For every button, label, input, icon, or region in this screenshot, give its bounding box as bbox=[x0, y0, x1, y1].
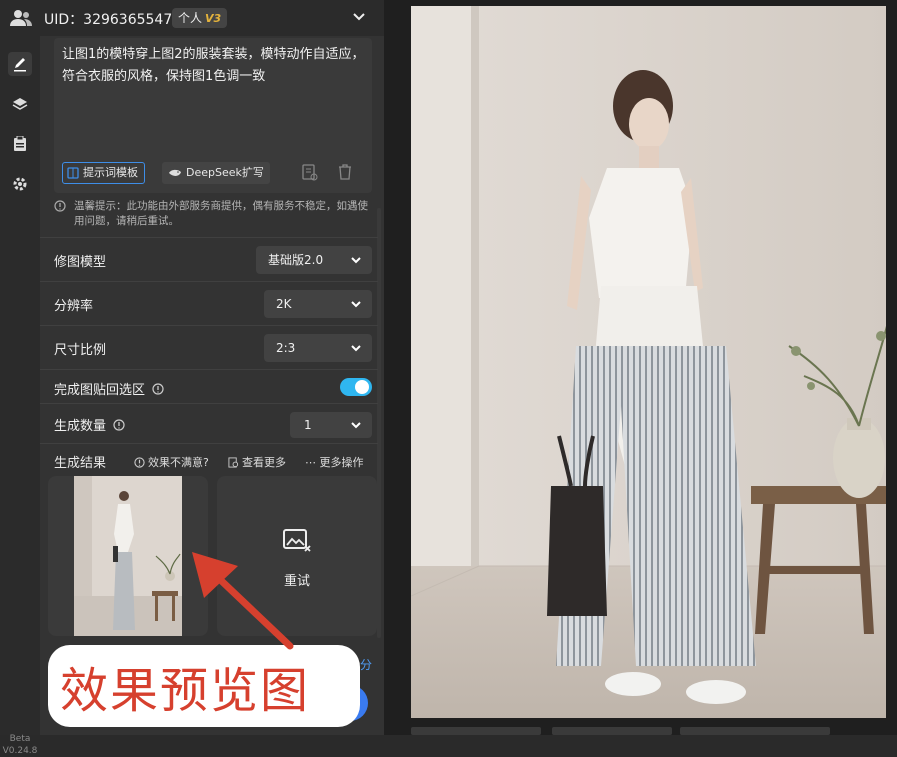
clipboard-icon[interactable] bbox=[8, 132, 32, 156]
resolution-label: 分辨率 bbox=[54, 299, 94, 314]
count-label: 生成数量 bbox=[54, 415, 125, 434]
prompt-template-button[interactable]: 提示词模板 bbox=[62, 162, 145, 184]
prompt-template-label: 提示词模板 bbox=[83, 166, 138, 179]
resolution-value: 2K bbox=[276, 297, 292, 311]
more-ops-text: 更多操作 bbox=[319, 456, 364, 469]
chevron-down-icon bbox=[351, 257, 361, 264]
tool-rail: Beta V0.24.8 bbox=[0, 36, 40, 756]
edit-icon[interactable] bbox=[8, 52, 32, 76]
canvas-strip-middle bbox=[552, 727, 672, 735]
model-label: 修图模型 bbox=[54, 255, 107, 270]
plan-badge: 个人 V3 bbox=[172, 8, 228, 28]
info-icon bbox=[134, 456, 145, 468]
count-select[interactable]: 1 bbox=[290, 412, 372, 438]
setting-row-ratio: 尺寸比例 2:3 bbox=[40, 325, 378, 370]
history-icon[interactable] bbox=[302, 164, 318, 186]
prompt-input[interactable]: 让图1的模特穿上图2的服装套装，模特动作自适应，符合衣服的风格，保持图1色调一致… bbox=[54, 38, 372, 193]
deepseek-whale-icon bbox=[169, 169, 181, 176]
notice-text: 温馨提示：此功能由外部服务商提供，偶有服务不稳定，如遇使用问题，请稍后重试。 bbox=[74, 200, 368, 227]
paste-back-toggle[interactable] bbox=[340, 378, 372, 396]
users-icon bbox=[10, 9, 32, 31]
plan-version: V3 bbox=[205, 12, 222, 25]
gear-icon[interactable] bbox=[8, 172, 32, 196]
version-info: Beta V0.24.8 bbox=[0, 733, 40, 757]
deepseek-expand-button[interactable]: DeepSeek扩写 bbox=[162, 162, 270, 184]
more-ops-button[interactable]: ⋯ 更多操作 bbox=[305, 454, 364, 470]
info-icon bbox=[113, 419, 125, 431]
setting-row-count: 生成数量 1 bbox=[40, 403, 378, 444]
toggle-knob bbox=[355, 380, 369, 394]
info-icon bbox=[152, 383, 164, 395]
trash-icon[interactable] bbox=[338, 164, 352, 184]
canvas-strip-right bbox=[680, 727, 830, 735]
search-doc-icon bbox=[228, 456, 239, 468]
bottom-hint: 分 bbox=[360, 658, 373, 672]
chevron-down-icon bbox=[351, 345, 361, 352]
chevron-down-icon[interactable] bbox=[352, 10, 366, 28]
annotation-arrow bbox=[192, 552, 294, 650]
setting-row-paste-back: 完成图贴回选区 bbox=[40, 369, 378, 404]
uid-text: UID：3296365547 bbox=[44, 12, 173, 28]
canvas-strip-left bbox=[411, 727, 541, 735]
preview-image[interactable] bbox=[411, 6, 886, 718]
setting-row-resolution: 分辨率 2K bbox=[40, 281, 378, 326]
ratio-value: 2:3 bbox=[276, 341, 296, 355]
annotation-text: 效果预览图 bbox=[60, 663, 311, 719]
info-icon bbox=[54, 200, 66, 217]
book-icon bbox=[67, 167, 79, 179]
paste-back-label: 完成图贴回选区 bbox=[54, 379, 164, 398]
unsatisfied-link[interactable]: 效果不满意? bbox=[134, 454, 209, 470]
setting-row-model: 修图模型 基础版2.0 bbox=[40, 237, 378, 282]
results-title: 生成结果 bbox=[54, 456, 107, 471]
chevron-down-icon bbox=[351, 301, 361, 308]
layers-icon[interactable] bbox=[8, 92, 32, 116]
account-header[interactable]: UID：3296365547 个人 V3 bbox=[0, 0, 384, 37]
version-number: V0.24.8 bbox=[2, 746, 38, 756]
resolution-select[interactable]: 2K bbox=[264, 290, 372, 318]
chevron-down-icon bbox=[351, 422, 361, 429]
deepseek-expand-label: DeepSeek扩写 bbox=[186, 166, 264, 179]
view-more-button[interactable]: 查看更多 bbox=[228, 454, 286, 470]
paste-back-text: 完成图贴回选区 bbox=[54, 383, 146, 398]
unsatisfied-text: 效果不满意? bbox=[148, 456, 209, 469]
ratio-select[interactable]: 2:3 bbox=[264, 334, 372, 362]
model-select[interactable]: 基础版2.0 bbox=[256, 246, 372, 274]
plan-badge-label: 个人 bbox=[178, 11, 203, 25]
count-text: 生成数量 bbox=[54, 419, 107, 434]
ratio-label: 尺寸比例 bbox=[54, 343, 107, 358]
view-more-text: 查看更多 bbox=[242, 456, 286, 469]
results-header: 生成结果 效果不满意? 查看更多 ⋯ 更多操作 bbox=[40, 443, 378, 474]
prompt-text[interactable]: 让图1的模特穿上图2的服装套装，模特动作自适应，符合衣服的风格，保持图1色调一致 bbox=[62, 44, 367, 88]
count-value: 1 bbox=[304, 418, 312, 432]
model-value: 基础版2.0 bbox=[268, 253, 324, 267]
